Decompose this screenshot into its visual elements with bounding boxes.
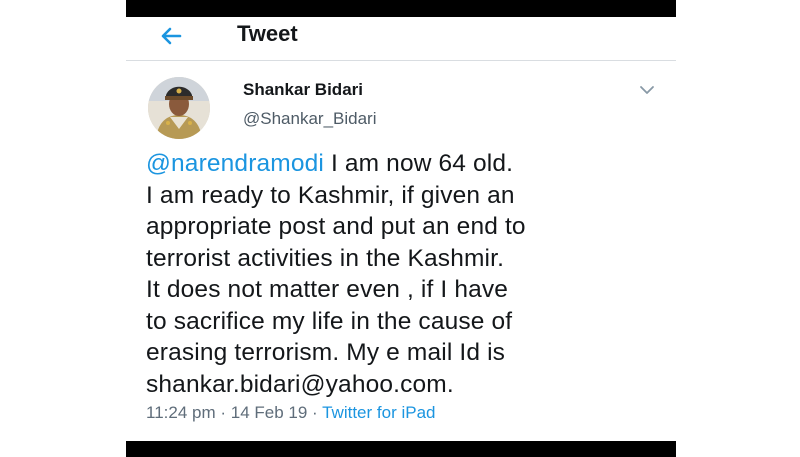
- tweet-meta: 11:24 pm · 14 Feb 19 · Twitter for iPad: [146, 403, 435, 423]
- tweet-text-line: to sacrifice my life in the cause of: [146, 307, 513, 335]
- tweet-text-line: terrorist activities in the Kashmir.: [146, 244, 505, 272]
- tweet-screen: Tweet Shankar Bidari @Shankar_Bidari @na…: [126, 0, 676, 457]
- page-title: Tweet: [237, 21, 298, 46]
- arrow-left-icon[interactable]: [156, 21, 186, 51]
- mention-link[interactable]: @narendramodi: [146, 150, 324, 177]
- tweet-text-line: @narendramodi I am now 64 old.: [146, 148, 671, 180]
- tweet-time: 11:24 pm: [146, 403, 216, 422]
- tweet-text: @narendramodi I am now 64 old. I am read…: [146, 148, 671, 400]
- chevron-down-icon[interactable]: [638, 83, 656, 97]
- meta-separator: ·: [215, 403, 231, 422]
- header-bar: Tweet: [126, 17, 676, 61]
- avatar[interactable]: [148, 77, 210, 139]
- tweet-source-link[interactable]: Twitter for iPad: [322, 403, 435, 422]
- meta-separator: ·: [307, 403, 323, 422]
- avatar-image: [148, 77, 210, 139]
- author-handle[interactable]: @Shankar_Bidari: [243, 109, 377, 129]
- tweet-text-line: I am ready to Kashmir, if given an: [146, 181, 515, 209]
- tweet-text-line: erasing terrorism. My e mail Id is: [146, 339, 506, 366]
- tweet-date[interactable]: 14 Feb 19: [231, 403, 308, 422]
- bottom-border: [126, 441, 676, 457]
- top-border: [126, 0, 676, 17]
- tweet-text-line: appropriate post and put an end to: [146, 213, 526, 240]
- tweet-text-line: shankar.bidari@yahoo.com.: [146, 370, 454, 398]
- tweet-text-segment: I am now 64 old.: [324, 150, 514, 177]
- tweet-text-line: It does not matter even , if I have: [146, 276, 509, 303]
- author-name[interactable]: Shankar Bidari: [243, 80, 363, 100]
